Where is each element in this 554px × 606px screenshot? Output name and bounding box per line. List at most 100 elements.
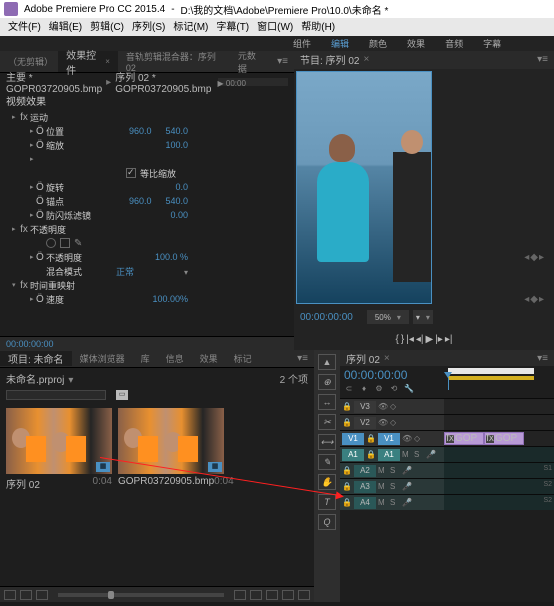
selection-tool[interactable]: ▲ xyxy=(318,354,336,370)
wrench-icon[interactable]: 🔧 xyxy=(404,384,414,394)
find-icon[interactable] xyxy=(250,590,262,600)
ws-effects[interactable]: 效果 xyxy=(407,37,425,50)
position-x[interactable]: 960.0 xyxy=(129,126,152,136)
source-patch[interactable]: A1 xyxy=(342,449,364,461)
zoom-tool[interactable]: Q xyxy=(318,514,336,530)
mask-rect-icon[interactable] xyxy=(60,238,70,248)
time-remap-header[interactable]: 时间重映射 xyxy=(30,279,75,292)
prev-kf-icon[interactable]: ◂ xyxy=(524,252,529,263)
ws-color[interactable]: 颜色 xyxy=(369,37,387,50)
track-label[interactable]: V3 xyxy=(354,401,376,413)
blend-dropdown[interactable]: 正常 xyxy=(116,265,188,278)
tab-metadata[interactable]: 元数据 xyxy=(230,51,271,72)
ws-audio[interactable]: 音频 xyxy=(445,37,463,50)
menu-file[interactable]: 文件(F) xyxy=(4,18,45,36)
stopwatch-icon[interactable]: Ö xyxy=(36,126,46,137)
sort-icon[interactable] xyxy=(234,590,246,600)
fx-badge[interactable]: fx xyxy=(18,112,30,123)
program-tab[interactable]: 节目: 序列 02 xyxy=(300,52,359,67)
tab-info[interactable]: 信息 xyxy=(158,352,192,365)
panel-menu-icon[interactable]: ▾≡ xyxy=(537,54,548,65)
list-view-icon[interactable] xyxy=(4,590,16,600)
playhead[interactable] xyxy=(448,378,449,390)
lock-icon[interactable]: 🔒 xyxy=(342,402,352,411)
mark-out-button[interactable]: } xyxy=(401,334,404,345)
track-label[interactable]: A2 xyxy=(354,465,376,477)
go-out-button[interactable]: ▸| xyxy=(445,334,453,345)
ws-editing[interactable]: 编辑 xyxy=(331,37,349,50)
new-bin-icon[interactable] xyxy=(266,590,278,600)
menu-edit[interactable]: 编辑(E) xyxy=(45,18,86,36)
menu-window[interactable]: 窗口(W) xyxy=(253,18,297,36)
new-item-icon[interactable] xyxy=(282,590,294,600)
panel-menu-icon[interactable]: ▾≡ xyxy=(291,353,314,364)
next-kf-icon[interactable]: ▸ xyxy=(539,252,544,263)
project-file-crumb[interactable]: 未命名.prproj xyxy=(6,371,73,386)
timeline-tab[interactable]: 序列 02 xyxy=(346,351,380,366)
tab-effects[interactable]: 效果 xyxy=(192,352,226,365)
freeform-view-icon[interactable] xyxy=(36,590,48,600)
bin-item[interactable]: ▦ GOPR03720905.bmp0:04 xyxy=(118,408,224,580)
trash-icon[interactable] xyxy=(298,590,310,600)
slip-tool[interactable]: ⟷ xyxy=(318,434,336,450)
ws-titles[interactable]: 字幕 xyxy=(483,37,501,50)
thumb-size-slider[interactable] xyxy=(58,593,224,597)
close-icon[interactable]: × xyxy=(363,54,369,65)
zoom-select[interactable]: 50% xyxy=(367,310,409,324)
panel-menu-icon[interactable]: ▾≡ xyxy=(271,56,294,67)
tab-markers[interactable]: 标记 xyxy=(226,352,260,365)
scale-value[interactable]: 100.0 xyxy=(165,140,188,150)
solo-icon[interactable]: S xyxy=(414,450,424,459)
tab-project[interactable]: 项目: 未命名 xyxy=(0,351,72,366)
menu-help[interactable]: 帮助(H) xyxy=(297,18,339,36)
anchor-y[interactable]: 540.0 xyxy=(165,196,188,206)
mark-in-button[interactable]: { xyxy=(396,334,399,345)
close-icon[interactable]: × xyxy=(384,353,390,364)
settings-icon[interactable]: ⚙ xyxy=(374,384,384,394)
speed-value[interactable]: 100.00% xyxy=(152,294,188,304)
step-fwd-button[interactable]: |▸ xyxy=(435,334,443,345)
opacity-header[interactable]: 不透明度 xyxy=(30,223,66,236)
menu-sequence[interactable]: 序列(S) xyxy=(128,18,169,36)
track-label[interactable]: V1 xyxy=(378,433,400,445)
track-select-tool[interactable]: ⊕ xyxy=(318,374,336,390)
mute-icon[interactable]: M xyxy=(402,450,412,459)
menu-mark[interactable]: 标记(M) xyxy=(169,18,212,36)
bin-item[interactable]: ▦ 序列 020:04 xyxy=(6,408,112,580)
tab-media-browser[interactable]: 媒体浏览器 xyxy=(72,352,133,365)
go-in-button[interactable]: |◂ xyxy=(406,334,414,345)
anchor-x[interactable]: 960.0 xyxy=(129,196,152,206)
search-input[interactable] xyxy=(6,390,106,400)
ripple-tool[interactable]: ↔ xyxy=(318,394,336,410)
snap-icon[interactable]: ⊂ xyxy=(344,384,354,394)
new-bin-icon[interactable]: ▭ xyxy=(116,390,128,400)
source-patch[interactable]: V1 xyxy=(342,433,364,445)
timeline-timecode[interactable]: 00:00:00:00 xyxy=(344,368,440,382)
video-clip[interactable]: fxGOP xyxy=(484,432,524,445)
close-icon[interactable]: × xyxy=(105,57,110,66)
resolution-select[interactable]: ▾ xyxy=(413,310,433,324)
link-icon[interactable]: ⟲ xyxy=(389,384,399,394)
track-label[interactable]: V2 xyxy=(354,417,376,429)
track-label[interactable]: A4 xyxy=(354,497,376,509)
video-clip[interactable]: fxGOP xyxy=(444,432,484,445)
work-area-bar[interactable] xyxy=(448,368,534,374)
uniform-scale-checkbox[interactable] xyxy=(126,168,136,178)
program-viewport[interactable] xyxy=(294,69,554,306)
motion-header[interactable]: 运动 xyxy=(30,111,48,124)
pen-tool[interactable]: ✎ xyxy=(318,454,336,470)
ws-assembly[interactable]: 组件 xyxy=(293,37,311,50)
step-back-button[interactable]: ◂| xyxy=(416,334,424,345)
mask-ellipse-icon[interactable] xyxy=(46,238,56,248)
icon-view-icon[interactable] xyxy=(20,590,32,600)
track-label[interactable]: A1 xyxy=(378,449,400,461)
razor-tool[interactable]: ✂ xyxy=(318,414,336,430)
menu-clip[interactable]: 剪辑(C) xyxy=(86,18,128,36)
flicker-value[interactable]: 0.00 xyxy=(170,210,188,220)
timeline-ruler[interactable]: 00:00:00:05 xyxy=(444,366,554,398)
track-label[interactable]: A3 xyxy=(354,481,376,493)
type-tool[interactable]: T xyxy=(318,494,336,510)
effect-timecode[interactable]: 00:00:00:00 xyxy=(6,339,54,349)
mask-pen-icon[interactable]: ✎ xyxy=(74,238,84,249)
play-button[interactable]: ▶ xyxy=(425,334,433,345)
